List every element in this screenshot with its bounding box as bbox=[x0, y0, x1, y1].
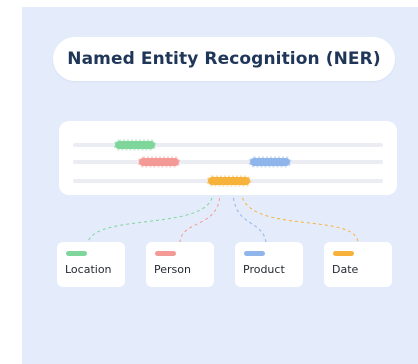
highlight-date bbox=[206, 175, 252, 187]
highlight-location bbox=[113, 139, 157, 151]
label-card-person: Person bbox=[146, 242, 214, 287]
label-location: Location bbox=[65, 263, 112, 276]
highlight-product bbox=[248, 156, 292, 168]
label-card-location: Location bbox=[57, 242, 125, 287]
connector-date bbox=[240, 191, 359, 243]
text-line-2 bbox=[73, 160, 383, 164]
label-person: Person bbox=[154, 263, 191, 276]
person-swatch bbox=[155, 251, 176, 256]
highlight-person bbox=[137, 156, 181, 168]
connector-location bbox=[87, 191, 214, 243]
connector-product bbox=[232, 191, 267, 243]
label-product: Product bbox=[243, 263, 285, 276]
location-swatch bbox=[66, 251, 87, 256]
document-card bbox=[59, 121, 397, 195]
label-card-date: Date bbox=[324, 242, 392, 287]
date-swatch bbox=[333, 251, 354, 256]
document-lines bbox=[73, 139, 383, 187]
label-card-product: Product bbox=[235, 242, 303, 287]
label-date: Date bbox=[332, 263, 359, 276]
diagram-canvas: Named Entity Recognition (NER) Location … bbox=[22, 7, 418, 364]
product-swatch bbox=[244, 251, 265, 256]
connector-person bbox=[179, 191, 221, 243]
